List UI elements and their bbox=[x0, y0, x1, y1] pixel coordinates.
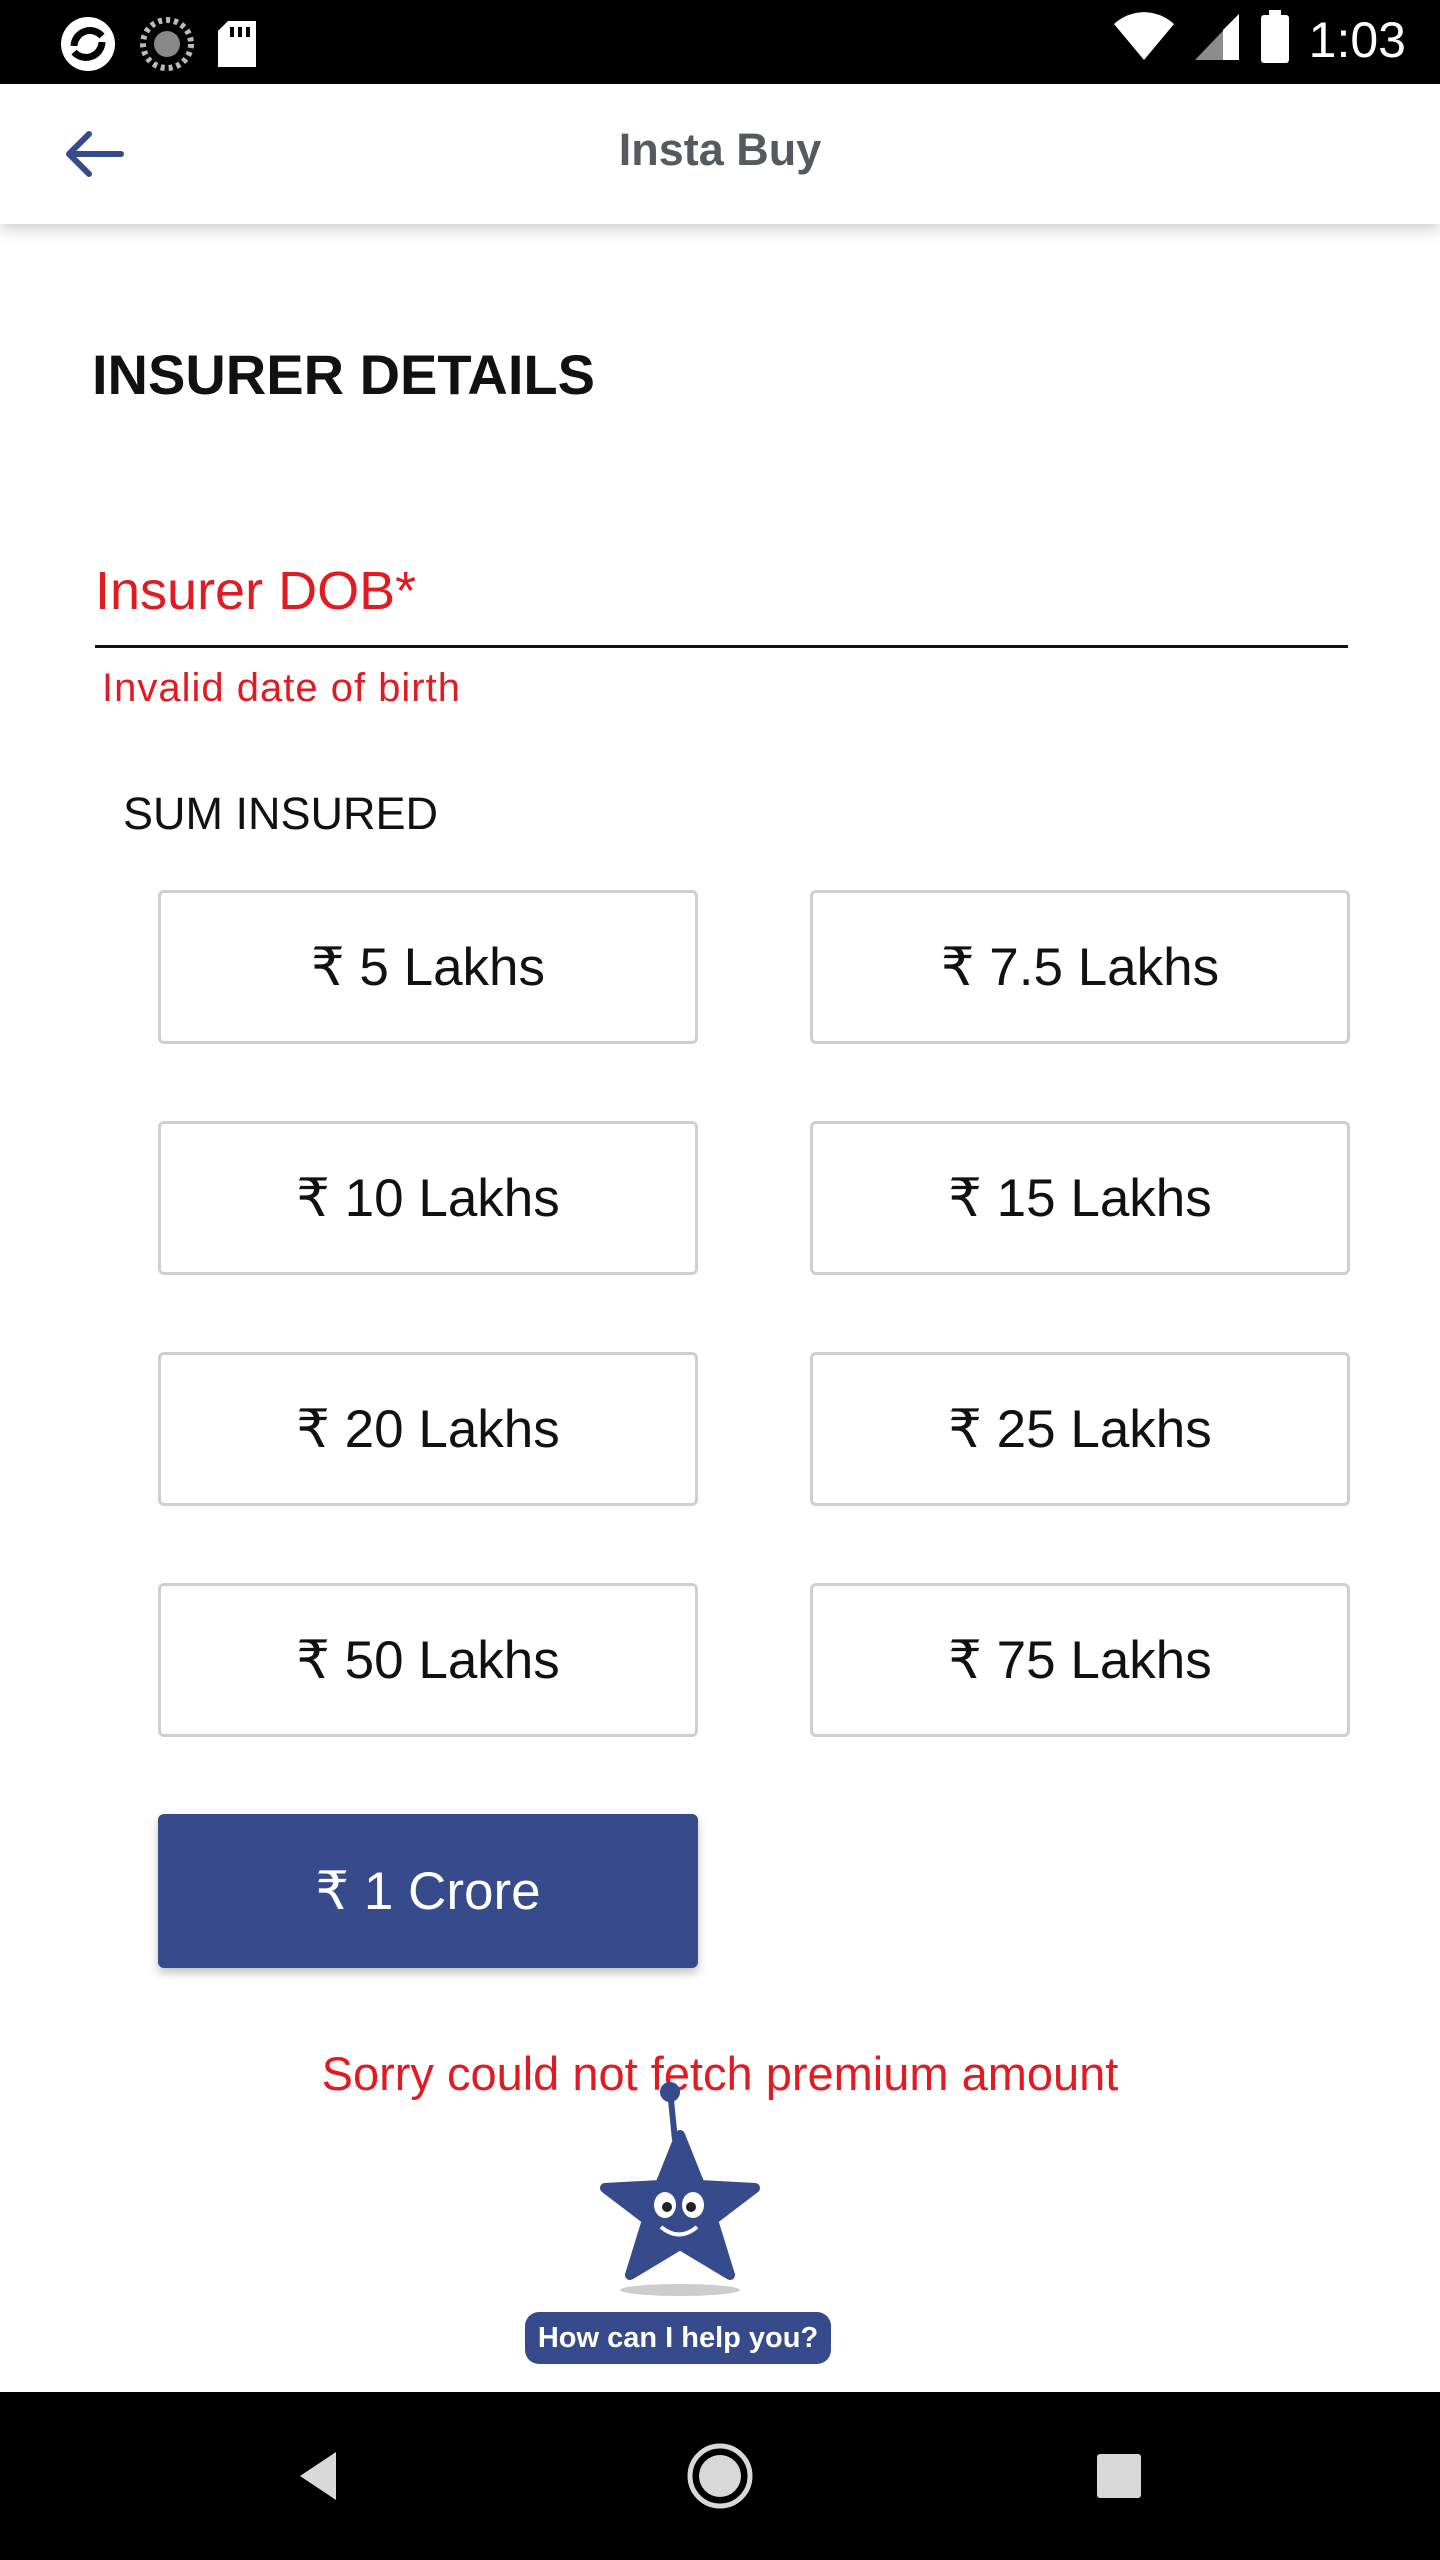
sum-option-25-lakhs[interactable]: ₹ 25 Lakhs bbox=[810, 1352, 1350, 1506]
sum-option-5-lakhs[interactable]: ₹ 5 Lakhs bbox=[158, 890, 698, 1044]
dob-field-underline bbox=[95, 645, 1348, 648]
sum-option-7-5-lakhs[interactable]: ₹ 7.5 Lakhs bbox=[810, 890, 1350, 1044]
sum-option-1-crore[interactable]: ₹ 1 Crore bbox=[158, 1814, 698, 1968]
sum-insured-label: SUM INSURED bbox=[123, 788, 439, 839]
page-title: Insta Buy bbox=[618, 124, 822, 175]
status-bar: 1:03 bbox=[0, 0, 1440, 84]
sum-option-50-lakhs[interactable]: ₹ 50 Lakhs bbox=[158, 1583, 698, 1737]
wifi-icon bbox=[1113, 12, 1175, 67]
sd-card-icon bbox=[216, 19, 258, 74]
dob-error-text: Invalid date of birth bbox=[102, 666, 461, 710]
nav-recents-icon[interactable] bbox=[1094, 2451, 1144, 2501]
app-bar: Insta Buy bbox=[0, 84, 1440, 224]
nav-back-icon[interactable] bbox=[290, 2446, 350, 2506]
section-title: INSURER DETAILS bbox=[92, 343, 595, 406]
sum-option-15-lakhs[interactable]: ₹ 15 Lakhs bbox=[810, 1121, 1350, 1275]
sum-option-10-lakhs[interactable]: ₹ 10 Lakhs bbox=[158, 1121, 698, 1275]
sum-option-75-lakhs[interactable]: ₹ 75 Lakhs bbox=[810, 1583, 1350, 1737]
chat-helper-label: How can I help you? bbox=[525, 2312, 831, 2364]
chat-helper-button[interactable]: How can I help you? bbox=[525, 2080, 835, 2370]
status-time: 1:03 bbox=[1308, 11, 1406, 68]
star-mascot-icon bbox=[600, 2082, 760, 2296]
app-notification-icon bbox=[58, 14, 118, 79]
nav-home-icon[interactable] bbox=[684, 2440, 756, 2512]
sum-option-20-lakhs[interactable]: ₹ 20 Lakhs bbox=[158, 1352, 698, 1506]
sync-icon bbox=[140, 17, 194, 76]
battery-icon bbox=[1259, 10, 1291, 69]
dob-field[interactable]: Insurer DOB* bbox=[95, 560, 416, 622]
system-nav-bar bbox=[0, 2392, 1440, 2560]
signal-icon bbox=[1193, 12, 1241, 67]
